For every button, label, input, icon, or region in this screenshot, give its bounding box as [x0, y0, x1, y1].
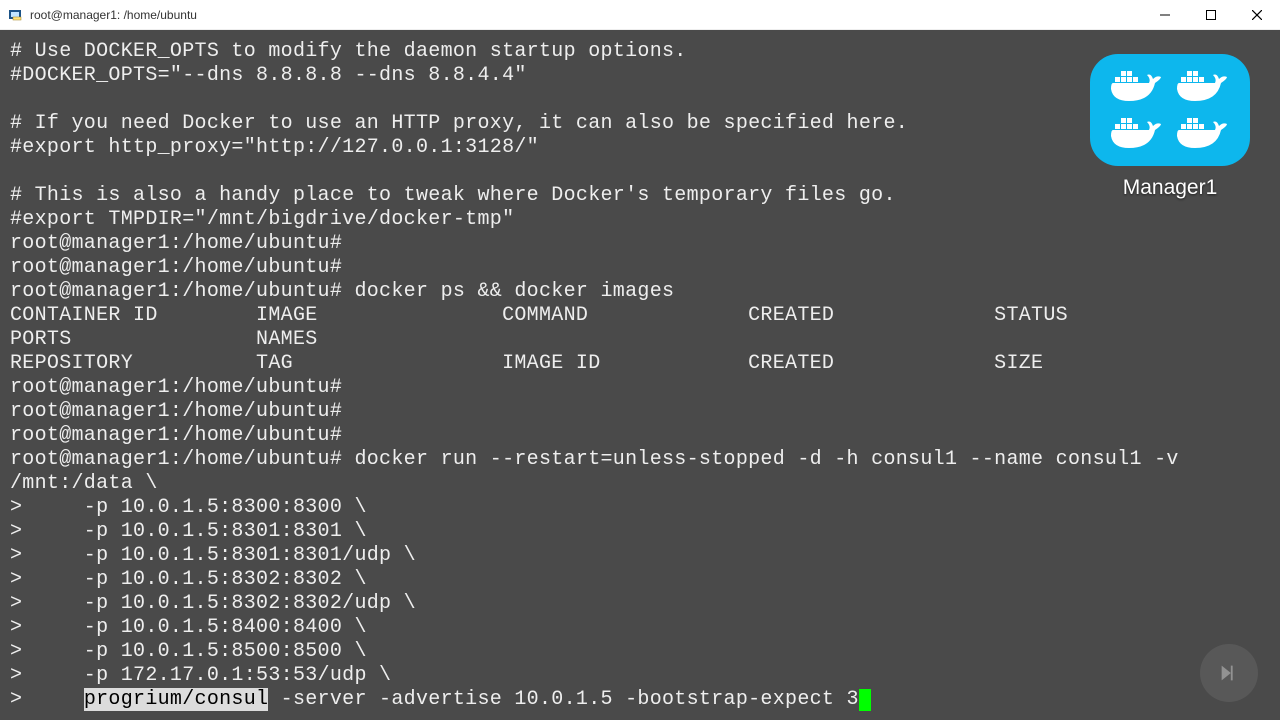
docker-images-header: REPOSITORY TAG IMAGE ID CREATED SIZE [10, 352, 1043, 375]
prompt-line: root@manager1:/home/ubuntu# [10, 376, 342, 399]
term-line: # Use DOCKER_OPTS to modify the daemon s… [10, 40, 687, 63]
term-line: # If you need Docker to use an HTTP prox… [10, 112, 908, 135]
cmd-continuation: > -p 10.0.1.5:8500:8500 \ [10, 640, 367, 663]
cmd-continuation: > -p 10.0.1.5:8400:8400 \ [10, 616, 367, 639]
term-line: #export http_proxy="http://127.0.0.1:312… [10, 136, 539, 159]
term-line: #export TMPDIR="/mnt/bigdrive/docker-tmp… [10, 208, 514, 231]
whale-icon [1177, 116, 1229, 152]
whale-icon [1177, 69, 1229, 105]
play-forward-button[interactable] [1200, 644, 1258, 702]
titlebar: root@manager1: /home/ubuntu [0, 0, 1280, 30]
whale-icon [1111, 69, 1163, 105]
manager-badge: Manager1 [1090, 54, 1250, 200]
terminal-cursor [859, 689, 871, 711]
terminal-area[interactable]: # Use DOCKER_OPTS to modify the daemon s… [0, 30, 1280, 720]
prompt-line: root@manager1:/home/ubuntu# [10, 400, 342, 423]
window-controls [1142, 0, 1280, 30]
putty-icon [8, 7, 24, 23]
cmd-continuation: > -p 10.0.1.5:8300:8300 \ [10, 496, 367, 519]
prompt-line: root@manager1:/home/ubuntu# [10, 232, 342, 255]
term-line: #DOCKER_OPTS="--dns 8.8.8.8 --dns 8.8.4.… [10, 64, 527, 87]
close-button[interactable] [1234, 0, 1280, 30]
docker-run-command: root@manager1:/home/ubuntu# docker run -… [10, 448, 1191, 495]
cmd-continuation-last: > progrium/consul -server -advertise 10.… [10, 688, 871, 711]
window-title: root@manager1: /home/ubuntu [30, 8, 197, 22]
cmd-continuation: > -p 10.0.1.5:8301:8301 \ [10, 520, 367, 543]
prompt-line: root@manager1:/home/ubuntu# [10, 424, 342, 447]
cmd-continuation: > -p 10.0.1.5:8301:8301/udp \ [10, 544, 416, 567]
maximize-button[interactable] [1188, 0, 1234, 30]
docker-badge-box [1090, 54, 1250, 166]
minimize-button[interactable] [1142, 0, 1188, 30]
badge-label: Manager1 [1090, 176, 1250, 200]
cmd-continuation: > -p 172.17.0.1:53:53/udp \ [10, 664, 391, 687]
term-line: # This is also a handy place to tweak wh… [10, 184, 896, 207]
whale-icon [1111, 116, 1163, 152]
prompt-line: root@manager1:/home/ubuntu# [10, 256, 342, 279]
cmd-continuation: > -p 10.0.1.5:8302:8302 \ [10, 568, 367, 591]
selected-text: progrium/consul [84, 688, 269, 711]
cmd-continuation: > -p 10.0.1.5:8302:8302/udp \ [10, 592, 416, 615]
prompt-line: root@manager1:/home/ubuntu# docker ps &&… [10, 280, 674, 303]
docker-ps-header: CONTAINER ID IMAGE COMMAND CREATED STATU… [10, 304, 1240, 351]
